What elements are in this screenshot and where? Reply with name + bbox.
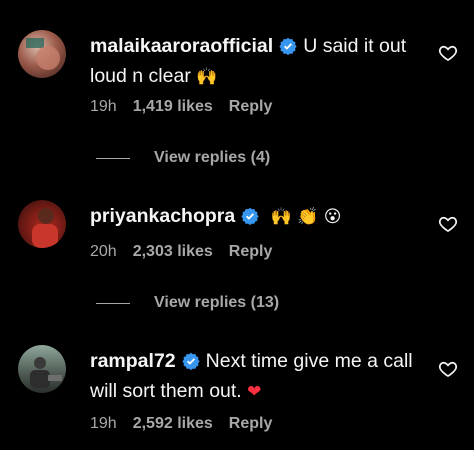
verified-badge-icon bbox=[182, 352, 200, 370]
heart-outline-icon[interactable] bbox=[438, 359, 458, 379]
heart-emoji: ❤ bbox=[247, 382, 262, 402]
comment-body: rampal72 Next time give me a call will so… bbox=[90, 346, 420, 407]
comment-item: rampal72 Next time give me a call will so… bbox=[0, 0, 474, 450]
username[interactable]: rampal72 bbox=[90, 350, 176, 372]
comment-meta: 19h 2,592 likes Reply bbox=[90, 415, 272, 433]
reply-button[interactable]: Reply bbox=[229, 415, 273, 433]
likes-count[interactable]: 2,592 likes bbox=[133, 415, 213, 433]
avatar[interactable] bbox=[18, 345, 66, 393]
comment-text: rampal72 Next time give me a call will so… bbox=[90, 346, 420, 407]
avatar-image bbox=[30, 357, 62, 388]
timestamp: 19h bbox=[90, 415, 117, 432]
